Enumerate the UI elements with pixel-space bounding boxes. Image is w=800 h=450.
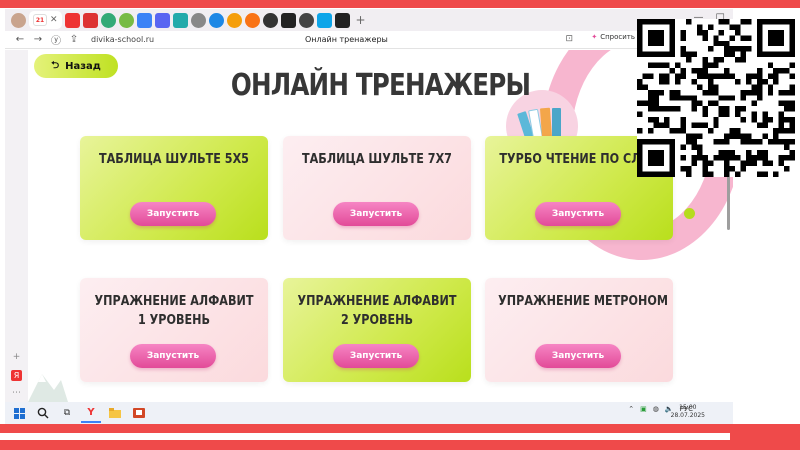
add-icon[interactable]: +	[11, 352, 22, 363]
red-bottom-strip	[0, 424, 800, 433]
card-schulte-7x7: ТАБЛИЦА ШУЛЬТЕ 7Х7 Запустить	[283, 136, 471, 240]
run-button[interactable]: Запустить	[535, 344, 621, 368]
new-tab-plus-icon[interactable]: +	[356, 13, 366, 27]
tab-icon-3[interactable]	[100, 12, 116, 28]
file-explorer-icon[interactable]	[105, 403, 125, 423]
task-view-icon[interactable]: ⧉	[57, 403, 77, 423]
tab-icon-1[interactable]	[64, 12, 80, 28]
page-title: ОНЛАЙН ТРЕНАЖЕРЫ	[230, 68, 531, 103]
card-alphabet-level-2: УПРАЖНЕНИЕ АЛФАВИТ 2 УРОВЕНЬ Запустить	[283, 278, 471, 382]
address-bar: ← → ⓨ ⇪ divika-school.ru Онлайн тренажер…	[5, 31, 733, 49]
card-title-line-1: УПРАЖНЕНИЕ АЛФАВИТ	[297, 294, 457, 309]
yandex-logo-icon[interactable]: ⓨ	[47, 32, 65, 47]
tab-icon-8[interactable]	[190, 12, 206, 28]
bookmark-icon[interactable]: ⊡	[565, 34, 573, 44]
tab-active[interactable]: 21 ✕	[29, 11, 62, 29]
tab-icon-5[interactable]	[136, 12, 152, 28]
decor-green-dot	[684, 208, 695, 219]
browser-tab-bar: 21 ✕ + — □	[5, 9, 733, 31]
red-top-border	[0, 0, 800, 8]
card-title: ТАБЛИЦА ШУЛЬТЕ 5Х5	[99, 152, 249, 167]
tab-icon-6[interactable]	[154, 12, 170, 28]
ask-label: Спросить	[600, 33, 635, 41]
card-alphabet-level-1: УПРАЖНЕНИЕ АЛФАВИТ 1 УРОВЕНЬ Запустить	[80, 278, 268, 382]
windows-taskbar: ⧉ Y ⌃ ▣ ◍ 🔈 РУС 15:00 28.07.2025	[5, 402, 733, 424]
page-content: ⮌ Назад ОНЛАЙН ТРЕНАЖЕРЫ ТАБЛИЦА ШУЛЬТЕ …	[28, 50, 733, 402]
run-button[interactable]: Запустить	[130, 344, 216, 368]
tab-icon-10[interactable]	[226, 12, 242, 28]
tab-icon-7[interactable]	[172, 12, 188, 28]
wifi-icon[interactable]: ◍	[653, 405, 659, 413]
red-bottom-band	[0, 440, 800, 450]
tab-icon-13[interactable]	[280, 12, 296, 28]
run-button[interactable]: Запустить	[535, 202, 621, 226]
screen: 21 ✕ + — □ ← → ⓨ ⇪ divika-school.ru Онла…	[0, 0, 800, 450]
taskbar-clock[interactable]: 15:00 28.07.2025	[671, 404, 705, 420]
run-button[interactable]: Запустить	[333, 344, 419, 368]
search-icon[interactable]	[33, 403, 53, 423]
url-text[interactable]: divika-school.ru	[91, 35, 154, 44]
tab-icon-2[interactable]	[82, 12, 98, 28]
more-icon[interactable]: ⋯	[11, 388, 22, 399]
tab-icon-9[interactable]	[208, 12, 224, 28]
forward-arrow-icon[interactable]: →	[29, 34, 47, 45]
clock-date: 28.07.2025	[670, 412, 705, 419]
tray-app-icon[interactable]: ▣	[640, 405, 647, 413]
tab-icon-15[interactable]	[316, 12, 332, 28]
undo-arrow-icon: ⮌	[51, 59, 60, 71]
tab-icon-14[interactable]	[298, 12, 314, 28]
tray-chevron-up-icon[interactable]: ⌃	[628, 405, 634, 413]
tab-icon-12[interactable]	[262, 12, 278, 28]
card-title: УПРАЖНЕНИЕ МЕТРОНОМ	[498, 294, 668, 309]
back-arrow-icon[interactable]: ←	[11, 34, 29, 45]
profile-avatar[interactable]	[11, 12, 26, 28]
clock-time: 15:00	[679, 404, 697, 411]
close-icon[interactable]: ✕	[50, 15, 58, 25]
browser-sidebar: + Я ⋯	[5, 50, 28, 402]
ask-button[interactable]: ✦ Спросить	[591, 33, 635, 41]
card-title: ТУРБО ЧТЕНИЕ ПО СЛОВ	[499, 152, 659, 167]
yandex-browser-taskbar-icon[interactable]: Y	[81, 403, 101, 423]
red-corner	[730, 424, 800, 450]
yandex-icon[interactable]: Я	[11, 370, 22, 381]
tab-icon-4[interactable]	[118, 12, 134, 28]
card-title-line-2: 2 УРОВЕНЬ	[340, 313, 414, 328]
card-title-line-2: 1 УРОВЕНЬ	[137, 313, 211, 328]
run-button[interactable]: Запустить	[333, 202, 419, 226]
run-button[interactable]: Запустить	[130, 202, 216, 226]
presentation-app-icon[interactable]	[129, 403, 149, 423]
tab-icon-16[interactable]	[334, 12, 350, 28]
card-title: УПРАЖНЕНИЕ АЛФАВИТ 2 УРОВЕНЬ	[296, 292, 458, 330]
card-schulte-5x5: ТАБЛИЦА ШУЛЬТЕ 5Х5 Запустить	[80, 136, 268, 240]
tab-icon-11[interactable]	[244, 12, 260, 28]
tab-badge: 21	[33, 14, 47, 26]
card-metronome: УПРАЖНЕНИЕ МЕТРОНОМ Запустить	[485, 278, 673, 382]
card-title: ТАБЛИЦА ШУЛЬТЕ 7Х7	[302, 152, 452, 167]
qr-code	[637, 19, 795, 177]
windows-start-icon[interactable]	[9, 403, 29, 423]
card-title-line-1: УПРАЖНЕНИЕ АЛФАВИТ	[94, 294, 254, 309]
card-title: УПРАЖНЕНИЕ АЛФАВИТ 1 УРОВЕНЬ	[93, 292, 255, 330]
sparkle-icon: ✦	[591, 33, 598, 41]
share-icon[interactable]: ⇪	[65, 34, 83, 45]
page-tab-title: Онлайн тренажеры	[305, 35, 388, 44]
mountain-decor-icon	[28, 374, 68, 402]
